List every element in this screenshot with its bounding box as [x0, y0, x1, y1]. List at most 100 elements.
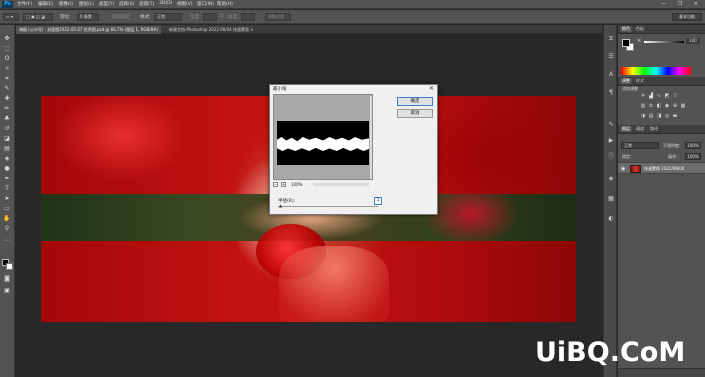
slider-thumb-icon[interactable]: ▲	[279, 204, 283, 208]
document-tab-active[interactable]: 海报 (公众号) · 封面图2022-05-27 优秀图.psd @ 66.7%…	[16, 26, 162, 34]
photo-filter-icon[interactable]: ◉	[664, 103, 670, 109]
navigator-icon[interactable]: ◈	[607, 175, 615, 182]
blend-mode-select[interactable]: 正常	[621, 142, 659, 149]
tab-layers[interactable]: 图层	[620, 126, 632, 132]
menu-type[interactable]: 类型(Y)	[99, 1, 114, 7]
tab-color[interactable]: 颜色	[620, 26, 632, 32]
panel-foreground-swatch[interactable]	[622, 39, 630, 47]
path-select-icon[interactable]: ➤	[2, 195, 12, 203]
k-channel-slider[interactable]	[644, 41, 684, 43]
quick-mask-icon[interactable]: ◙	[2, 275, 12, 283]
tab-swatches[interactable]: 色板	[634, 26, 646, 32]
hue-saturation-icon[interactable]: ▥	[640, 103, 646, 109]
menu-window[interactable]: 窗口(W)	[197, 1, 214, 7]
swap-icon[interactable]: ⇄	[220, 14, 224, 19]
k-channel-value[interactable]: 100	[686, 38, 700, 44]
cancel-button[interactable]: 取消	[397, 109, 433, 118]
visibility-eye-icon[interactable]: ◉	[621, 166, 625, 172]
move-tool-icon[interactable]: ✥	[2, 35, 12, 43]
crop-tool-icon[interactable]: ⌗	[2, 75, 12, 83]
width-input[interactable]	[203, 13, 217, 21]
feather-input[interactable]: 0 像素	[77, 13, 99, 21]
character-icon[interactable]: A	[607, 71, 615, 78]
menu-view[interactable]: 视图(V)	[177, 1, 193, 7]
blur-tool-icon[interactable]: ◈	[2, 155, 12, 163]
selection-mode-buttons[interactable]: ▢ ▣ ◫ ◪	[23, 13, 53, 21]
zoom-out-button[interactable]: −	[273, 182, 278, 187]
menu-layer[interactable]: 图层(L)	[79, 1, 94, 7]
vibrance-icon[interactable]: ▽	[672, 93, 678, 99]
preview-horizontal-scrollbar[interactable]	[313, 183, 369, 186]
styles-icon[interactable]: ◐	[607, 215, 615, 222]
refine-edge-button[interactable]: 调整边缘...	[265, 13, 291, 21]
menu-select[interactable]: 选择(S)	[119, 1, 134, 7]
more-tools-icon[interactable]: ⋯	[2, 237, 12, 245]
color-lookup-icon[interactable]: ▦	[680, 103, 686, 109]
pen-tool-icon[interactable]: ✒	[2, 175, 12, 183]
eyedropper-icon[interactable]: ✎	[2, 85, 12, 93]
threshold-icon[interactable]: ◨	[656, 113, 662, 119]
opacity-input[interactable]: 100%	[685, 142, 701, 149]
paragraph-icon[interactable]: ¶	[607, 89, 615, 96]
gradient-map-icon[interactable]: ▬	[672, 113, 678, 119]
brush-tool-icon[interactable]: ✏	[2, 105, 12, 113]
actions-icon[interactable]: ▶	[607, 137, 615, 144]
fill-input[interactable]: 100%	[685, 153, 701, 160]
menu-filter[interactable]: 滤镜(T)	[139, 1, 154, 7]
background-color-swatch[interactable]	[6, 263, 13, 270]
healing-brush-icon[interactable]: ✚	[2, 95, 12, 103]
color-spectrum[interactable]	[621, 67, 691, 75]
clone-stamp-icon[interactable]: ♣	[2, 115, 12, 123]
height-input[interactable]	[241, 13, 255, 21]
marquee-tool-preset[interactable]: ▭ ▾	[3, 13, 19, 21]
preview-scrollbar[interactable]	[370, 96, 372, 179]
history-icon[interactable]: ⧖	[607, 35, 615, 42]
style-select[interactable]: 正常	[154, 13, 182, 21]
tab-paths[interactable]: 路径	[648, 126, 660, 132]
color-balance-icon[interactable]: ⚖	[648, 103, 654, 109]
tab-channels[interactable]: 通道	[634, 126, 646, 132]
zoom-tool-icon[interactable]: ⚲	[2, 225, 12, 233]
menu-file[interactable]: 文件(F)	[17, 1, 32, 7]
brush-presets-icon[interactable]: ✎	[607, 121, 615, 128]
posterize-icon[interactable]: ▤	[648, 113, 654, 119]
marquee-tool-icon[interactable]: ⬚	[2, 45, 12, 53]
rectangle-tool-icon[interactable]: ▭	[2, 205, 12, 213]
info-icon[interactable]: ⓘ	[607, 153, 615, 160]
workspace-select[interactable]: 基本功能	[672, 13, 702, 21]
type-tool-icon[interactable]: T	[2, 185, 12, 193]
menu-edit[interactable]: 编辑(E)	[38, 1, 53, 7]
layer-row[interactable]: ◉ 快速蒙版 2022/08/04	[618, 162, 705, 174]
menu-help[interactable]: 帮助(H)	[217, 1, 233, 7]
brightness-icon[interactable]: ☀	[640, 93, 646, 99]
tab-adjustments[interactable]: 调整	[620, 78, 632, 84]
exposure-icon[interactable]: ◩	[664, 93, 670, 99]
radius-input[interactable]: 1	[374, 197, 382, 205]
hand-tool-icon[interactable]: ✋	[2, 215, 12, 223]
filter-preview[interactable]	[273, 94, 373, 180]
radius-slider[interactable]	[278, 206, 378, 207]
magic-wand-icon[interactable]: ✧	[2, 65, 12, 73]
menu-3d[interactable]: 3D(D)	[159, 1, 172, 6]
antialias-checkbox[interactable]: 消除锯齿	[112, 14, 130, 20]
selective-color-icon[interactable]: ◎	[664, 113, 670, 119]
invert-icon[interactable]: ◑	[640, 113, 646, 119]
screen-mode-icon[interactable]: ▣	[2, 287, 12, 295]
channel-mixer-icon[interactable]: ⊕	[672, 103, 678, 109]
menu-image[interactable]: 图像(I)	[59, 1, 73, 7]
lasso-tool-icon[interactable]: ʘ	[2, 55, 12, 63]
zoom-in-button[interactable]: +	[281, 182, 286, 187]
ok-button[interactable]: 确定	[397, 97, 433, 106]
eraser-icon[interactable]: ◪	[2, 135, 12, 143]
swatches-icon[interactable]: ▦	[607, 195, 615, 202]
levels-icon[interactable]: ▟	[648, 93, 654, 99]
properties-icon[interactable]: ☰	[607, 53, 615, 60]
dodge-tool-icon[interactable]: ●	[2, 165, 12, 173]
black-white-icon[interactable]: ◧	[656, 103, 662, 109]
document-tab[interactable]: 新建文档-Photoshop 2022 08/04 快速蒙版 ×	[166, 26, 257, 34]
window-controls[interactable]: — ❐ ✕	[661, 1, 703, 7]
curves-icon[interactable]: ∿	[656, 93, 662, 99]
tab-styles[interactable]: 样式	[634, 78, 646, 84]
close-icon[interactable]: ✕	[429, 85, 434, 92]
history-brush-icon[interactable]: ↺	[2, 125, 12, 133]
